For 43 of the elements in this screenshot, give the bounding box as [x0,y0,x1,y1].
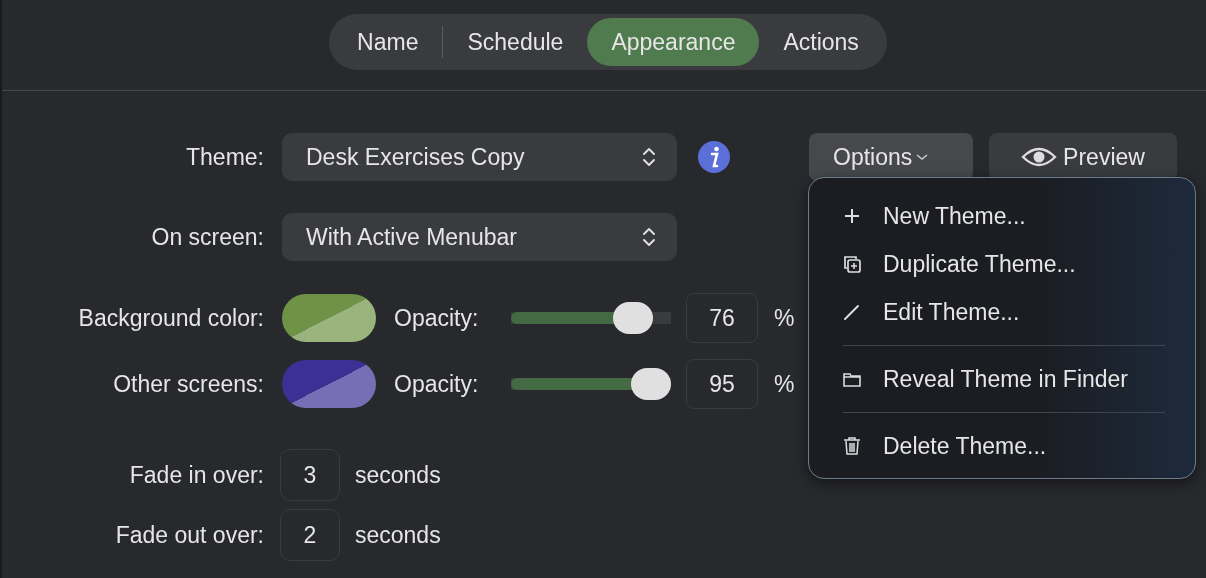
field-label: Other screens: [112,370,264,398]
menu-item-label: Delete Theme... [883,432,1047,460]
opacity-field[interactable]: 95 [686,359,758,409]
trash-icon [841,435,863,457]
tab[interactable]: Actions [759,18,883,66]
percent-label: % [774,370,795,398]
stepper-icon [641,226,657,248]
menu-item[interactable]: Reveal Theme in Finder [841,355,1165,403]
opacity-field[interactable]: 76 [686,293,758,343]
tab[interactable]: Name [333,18,443,66]
menu-item-label: New Theme... [883,202,1026,230]
color-well[interactable] [282,294,376,342]
menu-item-label: Duplicate Theme... [883,250,1076,278]
tab[interactable]: Appearance [587,18,760,66]
screen-select[interactable]: With Active Menubar [282,213,677,261]
menu-item[interactable]: Delete Theme... [841,422,1165,470]
percent-label: % [774,304,795,332]
menu-item[interactable]: Edit Theme... [841,288,1165,336]
seconds-field[interactable]: 3 [280,449,340,501]
menu-item-label: Reveal Theme in Finder [883,365,1129,393]
slider-thumb[interactable] [631,368,671,400]
unit-label: seconds [355,461,441,489]
field-label: Background color: [77,304,264,332]
stepper-icon [641,146,657,168]
options-button[interactable]: Options [809,133,973,181]
field-label: Fade out over: [114,521,264,549]
theme-select[interactable]: Desk Exercises Copy [282,133,677,181]
menu-item-label: Edit Theme... [883,298,1020,326]
slider-thumb[interactable] [612,302,653,334]
field-label: Fade in over: [128,461,264,489]
duplicate-icon [841,253,863,275]
menu-item[interactable]: New Theme... [841,192,1165,240]
tab[interactable]: Schedule [443,18,588,66]
color-well[interactable] [282,360,376,408]
opacity-label: Opacity: [394,370,480,398]
field-label: Theme: [185,143,264,171]
opacity-label: Opacity: [394,304,480,332]
menu-item[interactable]: Duplicate Theme... [841,240,1165,288]
seconds-field[interactable]: 2 [280,509,340,561]
unit-label: seconds [355,521,441,549]
info-icon[interactable] [697,140,731,174]
eye-icon [1021,146,1058,168]
field-label: On screen: [150,223,264,251]
